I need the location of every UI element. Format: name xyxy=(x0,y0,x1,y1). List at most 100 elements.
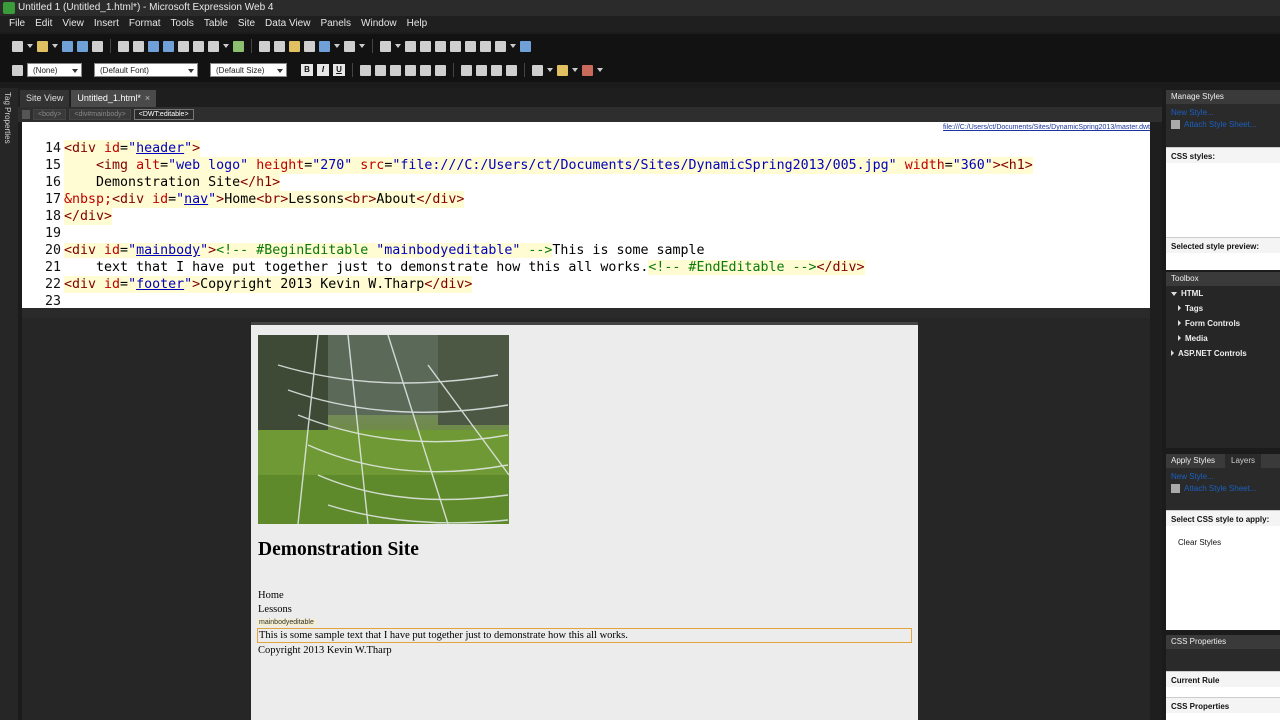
menu-site[interactable]: Site xyxy=(233,16,260,32)
chevron-down-icon[interactable] xyxy=(334,44,340,48)
chevron-down-icon[interactable] xyxy=(27,44,33,48)
circle-icon[interactable] xyxy=(480,40,491,52)
numbered-list-icon[interactable] xyxy=(461,64,472,76)
chevron-down-icon[interactable] xyxy=(597,68,603,72)
copy-icon[interactable] xyxy=(274,40,285,52)
format-painter-icon[interactable] xyxy=(304,40,315,52)
nav-item-home[interactable]: Home xyxy=(258,589,292,603)
style-select[interactable]: (None) xyxy=(27,63,82,77)
underline-button[interactable]: U xyxy=(333,64,345,76)
code-horizontal-scrollbar[interactable] xyxy=(22,308,1150,318)
bullet-list-icon[interactable] xyxy=(476,64,487,76)
attach-style-sheet-link[interactable]: Attach Style Sheet... xyxy=(1166,481,1280,494)
chevron-down-icon[interactable] xyxy=(52,44,58,48)
tab-layers[interactable]: Layers xyxy=(1225,454,1262,468)
chevron-down-icon[interactable] xyxy=(547,68,553,72)
align-right-icon[interactable] xyxy=(390,64,401,76)
bold-button[interactable]: B xyxy=(301,64,313,76)
new-page-icon[interactable] xyxy=(12,40,23,52)
chevron-down-icon[interactable] xyxy=(395,44,401,48)
vertical-scrollbar[interactable] xyxy=(1150,122,1162,720)
tab-site-view[interactable]: Site View xyxy=(20,90,70,107)
menu-window[interactable]: Window xyxy=(356,16,402,32)
globe-icon[interactable] xyxy=(163,40,174,52)
help-icon[interactable] xyxy=(520,40,531,52)
new-style-link[interactable]: New Style... xyxy=(1166,105,1280,117)
css-styles-list[interactable] xyxy=(1166,163,1280,237)
menu-help[interactable]: Help xyxy=(402,16,433,32)
master-file-link[interactable]: file:///C:/Users/ct/Documents/Sites/Dyna… xyxy=(943,124,1150,131)
back-arrow-icon[interactable] xyxy=(22,110,30,119)
chevron-down-icon[interactable] xyxy=(510,44,516,48)
toolbox-media[interactable]: Media xyxy=(1166,331,1280,346)
bookmark-icon[interactable] xyxy=(450,40,461,52)
print-icon[interactable] xyxy=(118,40,129,52)
italic-button[interactable]: I xyxy=(317,64,329,76)
menu-tools[interactable]: Tools xyxy=(166,16,199,32)
tab-apply-styles[interactable]: Apply Styles xyxy=(1171,454,1215,468)
shrink-font-icon[interactable] xyxy=(435,64,446,76)
code-view[interactable]: file:///C:/Users/ct/Documents/Sites/Dyna… xyxy=(22,122,1150,309)
menu-panels[interactable]: Panels xyxy=(315,16,356,32)
paste-icon[interactable] xyxy=(289,40,300,52)
menu-view[interactable]: View xyxy=(57,16,89,32)
tag-properties-strip[interactable]: Tag Properties xyxy=(0,88,18,720)
clear-styles-item[interactable]: Clear Styles xyxy=(1166,526,1280,559)
quick-tag-body[interactable]: <body> xyxy=(33,109,67,120)
menu-format[interactable]: Format xyxy=(124,16,166,32)
grow-font-icon[interactable] xyxy=(420,64,431,76)
layer-icon[interactable] xyxy=(208,40,219,52)
find-icon[interactable] xyxy=(92,40,103,52)
open-folder-icon[interactable] xyxy=(37,40,48,52)
css-properties-title[interactable]: CSS Properties xyxy=(1171,635,1226,649)
panels-icon[interactable] xyxy=(495,40,506,52)
preview-icon[interactable] xyxy=(133,40,144,52)
menu-edit[interactable]: Edit xyxy=(30,16,57,32)
new-style-link[interactable]: New Style... xyxy=(1166,469,1280,481)
font-color-icon[interactable] xyxy=(582,64,593,76)
page-icon[interactable] xyxy=(178,40,189,52)
font-select[interactable]: (Default Font) xyxy=(94,63,198,77)
toolbox-title[interactable]: Toolbox xyxy=(1171,272,1199,286)
insert-picture-icon[interactable] xyxy=(405,40,416,52)
undo-icon[interactable] xyxy=(319,40,330,52)
design-page[interactable]: Demonstration Site Home Lessons About ma… xyxy=(251,322,918,720)
grid-icon[interactable] xyxy=(193,40,204,52)
logo-image[interactable] xyxy=(258,335,509,524)
insert-table-icon[interactable] xyxy=(380,40,391,52)
tab-untitled-1[interactable]: Untitled_1.html* × xyxy=(71,90,157,107)
quick-tag-mainbody[interactable]: <div#mainbody> xyxy=(69,109,131,120)
borders-icon[interactable] xyxy=(532,64,543,76)
increase-indent-icon[interactable] xyxy=(506,64,517,76)
menu-insert[interactable]: Insert xyxy=(89,16,124,32)
align-center-icon[interactable] xyxy=(375,64,386,76)
toolbox-form-controls[interactable]: Form Controls xyxy=(1166,316,1280,331)
chevron-down-icon[interactable] xyxy=(359,44,365,48)
quick-tag-editable[interactable]: <DWT:editable> xyxy=(133,109,194,120)
nav-item-lessons[interactable]: Lessons xyxy=(258,603,292,617)
insert-layer-icon[interactable] xyxy=(420,40,431,52)
menu-table[interactable]: Table xyxy=(199,16,233,32)
save-all-icon[interactable] xyxy=(77,40,88,52)
justify-icon[interactable] xyxy=(405,64,416,76)
font-size-select[interactable]: (Default Size) xyxy=(210,63,287,77)
toolbox-html[interactable]: HTML xyxy=(1166,286,1280,301)
spellcheck-icon[interactable] xyxy=(233,40,244,52)
decrease-indent-icon[interactable] xyxy=(491,64,502,76)
align-left-icon[interactable] xyxy=(360,64,371,76)
attach-style-sheet-link[interactable]: Attach Style Sheet... xyxy=(1166,117,1280,130)
save-icon[interactable] xyxy=(62,40,73,52)
menu-file[interactable]: File xyxy=(4,16,30,32)
chevron-down-icon[interactable] xyxy=(223,44,229,48)
toolbox-aspnet[interactable]: ASP.NET Controls xyxy=(1166,346,1280,361)
chevron-down-icon[interactable] xyxy=(572,68,578,72)
redo-icon[interactable] xyxy=(344,40,355,52)
close-icon[interactable]: × xyxy=(145,93,150,103)
highlight-icon[interactable] xyxy=(557,64,568,76)
menu-data-view[interactable]: Data View xyxy=(260,16,315,32)
browser-icon[interactable] xyxy=(148,40,159,52)
cut-icon[interactable] xyxy=(259,40,270,52)
editable-region[interactable]: This is some sample text that I have put… xyxy=(257,628,912,643)
stop-icon[interactable] xyxy=(465,40,476,52)
manage-styles-title[interactable]: Manage Styles xyxy=(1171,90,1224,104)
